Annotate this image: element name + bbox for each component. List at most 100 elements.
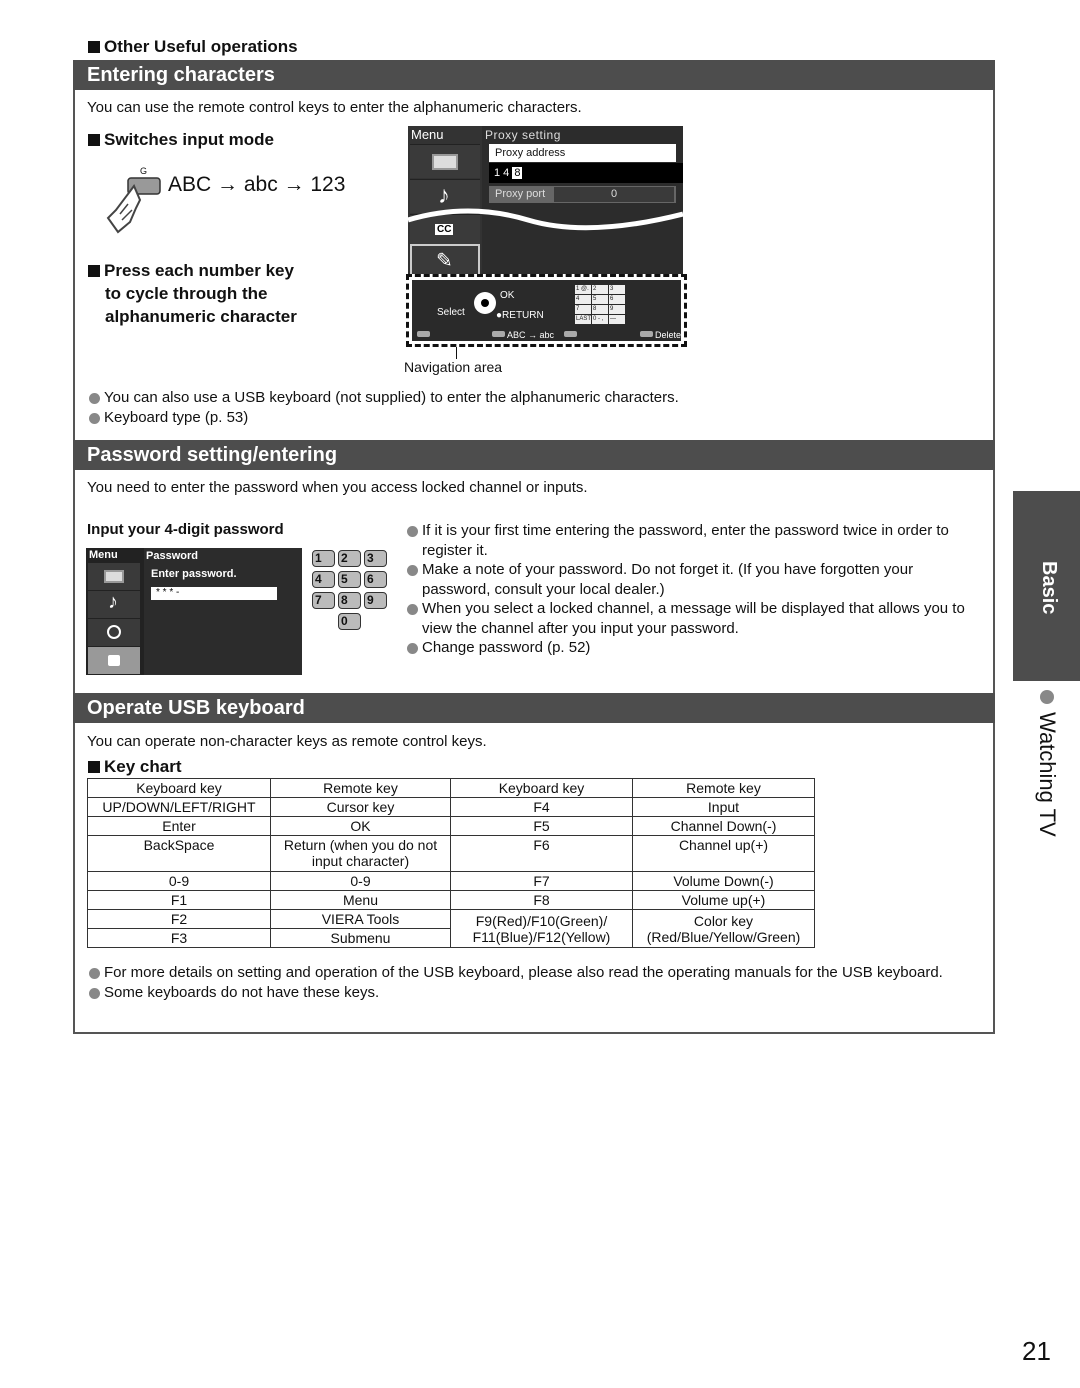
usb-notes: For more details on setting and operatio… <box>87 963 987 1002</box>
cell: F3 <box>87 928 271 948</box>
key: LAST <box>575 315 592 324</box>
menu-label: Menu <box>89 549 118 561</box>
delete-label: Delete <box>655 330 682 340</box>
proxy-address-field[interactable]: 1 4 8 <box>489 163 683 183</box>
key: 2 ABC <box>592 285 608 301</box>
menu-item-lock[interactable] <box>88 647 140 674</box>
header-cell: Keyboard key <box>450 778 633 798</box>
lock-icon <box>108 655 120 666</box>
number-keypad: 123 456 789 0 <box>312 550 387 630</box>
header-cell: Remote key <box>270 778 451 798</box>
mini-keypad: 1 @.2 ABC3 DEF 4 GHI5 JKL6 MNO 7 PQRS8 T… <box>575 285 627 324</box>
cell: Input <box>632 797 815 817</box>
password-input-heading: Input your 4-digit password <box>87 521 284 538</box>
table-row: Enter OK F5 Channel Down(-) <box>87 816 815 836</box>
cell: Enter <box>87 816 271 836</box>
section-entering-characters: Entering characters <box>73 60 995 90</box>
key: 7 PQRS <box>575 305 593 321</box>
menu-item-audio[interactable]: ♪ <box>88 591 140 618</box>
password-field[interactable]: * * * - <box>151 587 277 600</box>
cursor-dial-icon <box>474 292 496 314</box>
menu-item-timer[interactable] <box>88 619 140 646</box>
navigation-bar: OK Select ●RETURN 1 @.2 ABC3 DEF 4 GHI5 … <box>412 280 681 341</box>
key: 3 DEF <box>609 285 625 301</box>
heading-line: to cycle through the <box>105 284 268 303</box>
header-cell: Remote key <box>632 778 815 798</box>
screen-title: Proxy setting <box>485 128 561 142</box>
note-item: Make a note of your password. Do not for… <box>405 560 985 599</box>
picture-icon <box>104 570 124 583</box>
proxy-port-row[interactable]: Proxy port 0 <box>489 186 676 203</box>
side-tab-basic[interactable]: Basic <box>1013 491 1080 681</box>
table-row: UP/DOWN/LEFT/RIGHT Cursor key F4 Input <box>87 797 815 817</box>
usb-intro: You can operate non-character keys as re… <box>87 733 487 750</box>
cell: Menu <box>270 890 451 910</box>
key-chart-heading: Key chart <box>88 755 181 778</box>
key-6[interactable]: 6 <box>364 571 387 588</box>
ok-label: OK <box>500 290 515 301</box>
screen-title: Password <box>146 550 198 562</box>
note-item: For more details on setting and operatio… <box>87 963 987 983</box>
key-1[interactable]: 1 <box>312 550 335 567</box>
page-number: 21 <box>1022 1336 1051 1366</box>
key-4[interactable]: 4 <box>312 571 335 588</box>
cell: Volume Down(-) <box>632 871 815 891</box>
key: 0 - , <box>592 315 608 324</box>
blue-button-icon <box>564 331 577 337</box>
key-9[interactable]: 9 <box>364 592 387 609</box>
heading-line: Press each number key <box>104 261 294 280</box>
key-5[interactable]: 5 <box>338 571 361 588</box>
other-operations-heading: Other Useful operations <box>88 37 298 57</box>
cell: Volume up(+) <box>632 890 815 910</box>
key-2[interactable]: 2 <box>338 550 361 567</box>
note-item: When you select a locked channel, a mess… <box>405 599 985 638</box>
table-row: 0-9 0-9 F7 Volume Down(-) <box>87 871 815 891</box>
navigation-area: OK Select ●RETURN 1 @.2 ABC3 DEF 4 GHI5 … <box>406 274 687 347</box>
note-item: If it is your first time entering the pa… <box>405 521 985 560</box>
section-usb-keyboard: Operate USB keyboard <box>73 693 995 723</box>
key: 8 TUV <box>592 305 608 321</box>
proxy-address-label: Proxy address <box>489 144 676 162</box>
switches-input-mode-heading: Switches input mode <box>88 128 274 151</box>
key-8[interactable]: 8 <box>338 592 361 609</box>
press-number-key-heading: Press each number key to cycle through t… <box>88 259 297 328</box>
proxy-port-value: 0 <box>554 187 674 202</box>
menu-column: Menu ♪ CC ✎ <box>408 126 482 276</box>
return-text: RETURN <box>502 310 544 321</box>
wave-break <box>408 208 683 231</box>
cell: 0-9 <box>87 871 271 891</box>
heading-text: Other Useful operations <box>104 37 298 56</box>
cell: BackSpace <box>87 835 271 872</box>
input-mode-sequence: ABC → abc → 123 <box>168 173 346 196</box>
key: 5 JKL <box>592 295 608 311</box>
menu-item-setup[interactable]: ✎ <box>410 244 480 276</box>
password-prompt: Enter password. <box>151 568 237 580</box>
navigation-area-caption: Navigation area <box>404 359 503 375</box>
heading-text: Key chart <box>104 757 182 776</box>
key-3[interactable]: 3 <box>364 550 387 567</box>
key: 6 MNO <box>609 295 625 311</box>
note-item: You can also use a USB keyboard (not sup… <box>87 388 679 408</box>
key-7[interactable]: 7 <box>312 592 335 609</box>
cell: VIERA Tools <box>270 909 451 929</box>
cell: Channel Down(-) <box>632 816 815 836</box>
password-notes: If it is your first time entering the pa… <box>405 521 985 658</box>
cell: Submenu <box>270 928 451 948</box>
cell: F6 <box>450 835 633 872</box>
menu-item-picture[interactable] <box>88 563 140 590</box>
proxy-setting-screen: Menu ♪ CC ✎ Proxy setting Proxy address … <box>408 126 683 276</box>
music-note-icon: ♪ <box>108 591 118 613</box>
cell: F4 <box>450 797 633 817</box>
header-cell: Keyboard key <box>87 778 271 798</box>
key-0[interactable]: 0 <box>338 613 361 630</box>
key: — <box>609 315 625 324</box>
section-password: Password setting/entering <box>73 440 995 470</box>
cell: F9(Red)/F10(Green)/ F11(Blue)/F12(Yellow… <box>450 909 633 948</box>
key: 1 @. <box>575 285 591 294</box>
password-screen: Menu ♪ Password Enter password. * * * - <box>86 548 302 675</box>
menu-item-picture[interactable] <box>410 144 480 178</box>
yellow-button-icon <box>640 331 653 337</box>
select-label: Select <box>437 307 465 318</box>
cell: F2 <box>87 909 271 929</box>
hand-press-icon <box>102 174 162 236</box>
